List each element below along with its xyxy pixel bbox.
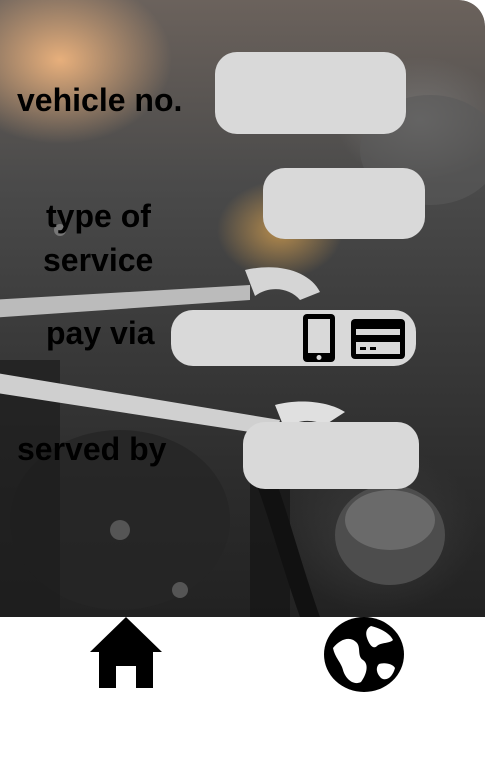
payment-method-label: pay via: [46, 315, 155, 351]
service-type-input[interactable]: [263, 168, 425, 239]
service-type-label: type of service: [43, 194, 153, 282]
vehicle-number-label: vehicle no.: [17, 82, 183, 118]
credit-card-icon[interactable]: [350, 318, 406, 360]
service-type-label-line1: type of: [46, 198, 151, 234]
vehicle-number-input[interactable]: [215, 52, 406, 134]
home-icon[interactable]: [89, 616, 163, 689]
service-type-label-line2: service: [43, 242, 154, 278]
bottom-navigation-bar: [0, 617, 485, 780]
app-screen: vehicle no. type of service pay via serv…: [0, 0, 485, 780]
mobile-phone-icon[interactable]: [302, 313, 336, 363]
served-by-label: served by: [17, 431, 167, 467]
served-by-input[interactable]: [243, 422, 419, 489]
globe-icon[interactable]: [323, 616, 405, 693]
